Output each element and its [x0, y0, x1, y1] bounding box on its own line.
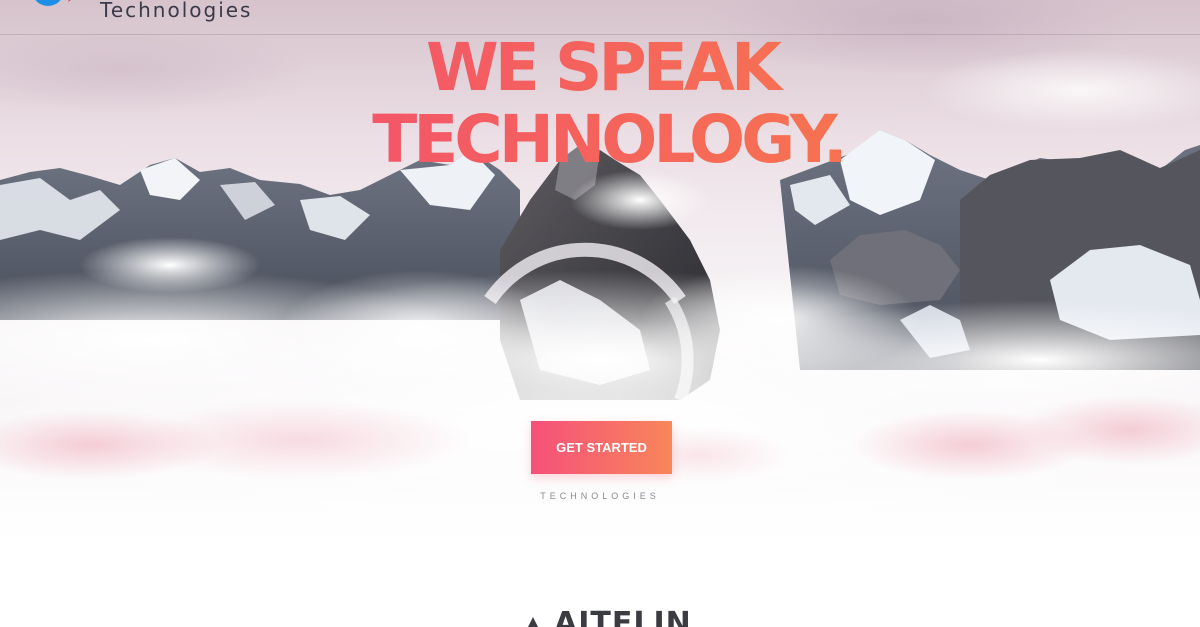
footer-logo-icon: [528, 617, 538, 627]
footer-wordmark: AITELIN: [554, 606, 692, 627]
headline-line-2: TECHNOLOGY.: [16, 104, 1200, 176]
brand-name[interactable]: Technologies: [100, 0, 252, 22]
hero-tagline: TECHNOLOGIES: [540, 491, 660, 501]
get-started-button[interactable]: GET STARTED: [531, 421, 672, 474]
headline-line-1: WE SPEAK: [4, 32, 1200, 104]
hero-headline: WE SPEAK TECHNOLOGY.: [0, 32, 1200, 176]
brand-logo-icon[interactable]: [32, 0, 82, 22]
landing-page: Technologies WE SPEAK TECHNOLOGY. GET ST…: [0, 0, 1200, 627]
